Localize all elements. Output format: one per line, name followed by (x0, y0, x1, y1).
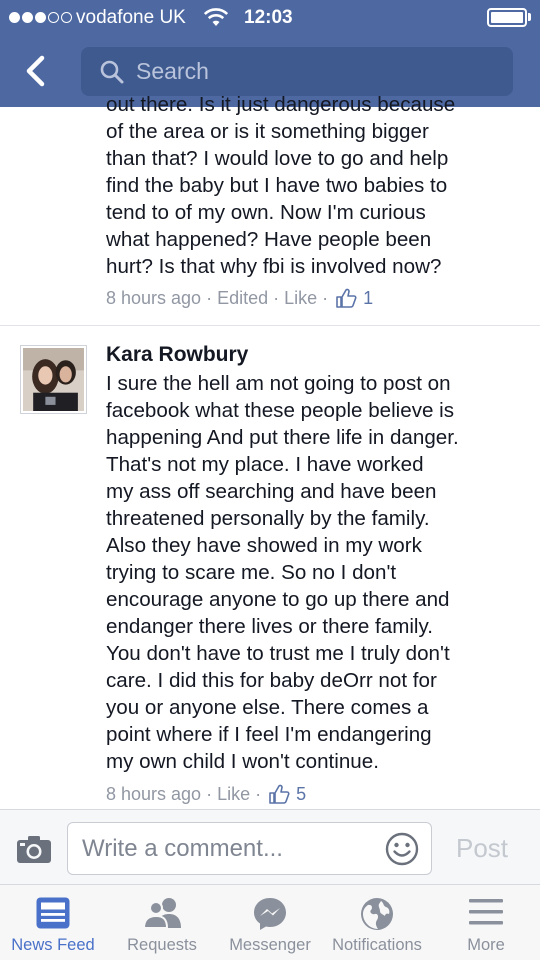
comment-line: my ass off searching and have been (106, 480, 437, 503)
hamburger-menu-icon (469, 899, 503, 925)
like-count[interactable]: 5 (296, 784, 306, 805)
comment-input[interactable] (82, 833, 382, 865)
comment-line: You don't have to trust me I truly don't (106, 642, 450, 665)
comment-meta: 8 hours ago · Like · 5 (106, 783, 306, 805)
comment-line: encourage anyone to go up there and (106, 588, 450, 611)
search-bar[interactable] (81, 47, 513, 96)
comment-line: tend to of my own. Now I'm curious (106, 201, 426, 224)
battery-icon (487, 8, 527, 27)
comment-line: care. I did this for baby deOrr not for (106, 669, 437, 692)
tab-messenger[interactable]: Messenger (218, 885, 322, 960)
separator-dot: · (273, 287, 280, 308)
comment-input-box[interactable] (67, 822, 432, 875)
tab-requests[interactable]: Requests (110, 885, 214, 960)
comment-line: That's not my place. I have worked (106, 453, 424, 476)
comment-line: facebook what these people believe is (106, 399, 455, 422)
comment-line: my own child I won't continue. (106, 750, 379, 773)
comment-line: out there. Is it just dangerous because (106, 93, 456, 116)
clock-time: 12:03 (244, 7, 293, 28)
thumbs-up-icon (269, 784, 290, 804)
comment-body: out there. Is it just dangerous because … (106, 91, 526, 280)
like-count[interactable]: 1 (363, 288, 373, 309)
comment-line: than that? I would love to go and help (106, 147, 449, 170)
comment-line: point where if I feel I'm endangering (106, 723, 432, 746)
comment-meta: 8 hours ago · Edited · Like · 1 (106, 287, 373, 309)
tab-label: Requests (127, 936, 197, 954)
avatar[interactable] (20, 345, 87, 414)
signal-strength-icon (9, 12, 72, 23)
battery-tip (528, 13, 531, 21)
comment-line: trying to scare me. So no I don't (106, 561, 397, 584)
comment-line: Also they have showed in my work (106, 534, 422, 557)
comment-body: I sure the hell am not going to post on … (106, 370, 526, 775)
globe-icon (361, 898, 393, 930)
tab-label: More (467, 936, 505, 954)
tab-label: Messenger (229, 936, 311, 954)
news-feed-icon (36, 897, 70, 929)
comment-line: happening And put there life in danger. (106, 426, 459, 449)
messenger-icon (254, 898, 286, 930)
profile-photo (23, 348, 84, 411)
carrier-name: vodafone UK (76, 7, 186, 28)
comment-line: threatened personally by the family. (106, 507, 430, 530)
comment-line: find the baby but I have two babies to (106, 174, 448, 197)
comment-divider (0, 325, 540, 326)
friend-requests-icon (142, 898, 181, 929)
comment-timestamp: 8 hours ago (106, 783, 202, 804)
search-icon (100, 60, 124, 84)
tab-news-feed[interactable]: News Feed (0, 885, 106, 960)
tab-notifications[interactable]: Notifications (322, 885, 432, 960)
separator-dot: · (206, 287, 213, 308)
tab-label: Notifications (332, 936, 422, 954)
tab-more[interactable]: More (436, 885, 536, 960)
separator-dot: · (255, 783, 262, 804)
like-button[interactable]: Like (217, 784, 250, 805)
separator-dot: · (206, 783, 213, 804)
status-bar: vodafone UK 12:03 (0, 0, 540, 36)
back-arrow-icon[interactable] (18, 52, 56, 90)
tab-label: News Feed (11, 936, 95, 954)
edited-link[interactable]: Edited (217, 288, 268, 309)
comment-author-name[interactable]: Kara Rowbury (106, 343, 248, 367)
comment-timestamp: 8 hours ago (106, 287, 202, 308)
emoji-smiley-icon[interactable] (385, 832, 419, 866)
comment-line: of the area or is it something bigger (106, 120, 429, 143)
like-button[interactable]: Like (284, 288, 317, 309)
separator-dot: · (322, 287, 329, 308)
thumbs-up-icon (336, 288, 357, 308)
comment-line: what happened? Have people been (106, 228, 432, 251)
search-input[interactable] (136, 55, 496, 88)
comment-composer: Post (0, 809, 540, 885)
comment-line: I sure the hell am not going to post on (106, 372, 451, 395)
comment-line: endanger there lives or there family. (106, 615, 433, 638)
post-button[interactable]: Post (456, 833, 508, 864)
camera-icon[interactable] (16, 834, 52, 864)
tab-bar: News Feed Requests Messenger Notificatio… (0, 885, 540, 960)
comment-line: you or anyone else. There comes a (106, 696, 429, 719)
comment-line: hurt? Is that why fbi is involved now? (106, 255, 442, 278)
wifi-icon (203, 8, 229, 26)
